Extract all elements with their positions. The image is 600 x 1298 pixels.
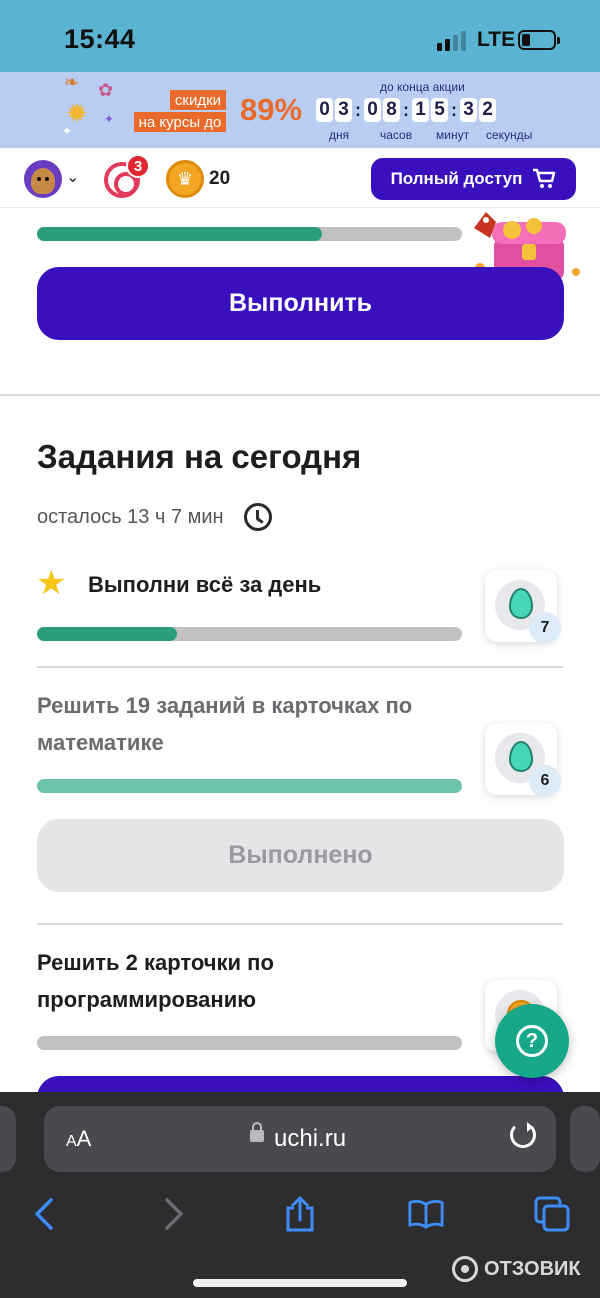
- leaf-icon: ✿: [98, 80, 114, 100]
- main-content: Выполнить Задания на сегодня осталось 13…: [0, 208, 600, 1092]
- reload-icon[interactable]: [510, 1122, 536, 1148]
- task-progress-bar: [37, 779, 462, 793]
- previous-tab[interactable]: [0, 1106, 16, 1172]
- help-button[interactable]: ?: [495, 1004, 569, 1078]
- promo-label-discount: скидки: [170, 90, 226, 110]
- countdown-title: до конца акции: [380, 80, 465, 94]
- task-divider: [37, 923, 563, 925]
- full-access-label: Полный доступ: [390, 169, 523, 188]
- reward-count: 7: [529, 612, 561, 644]
- avatar[interactable]: [24, 160, 62, 198]
- url-text: uchi.ru: [274, 1125, 347, 1152]
- countdown-digit: 0: [316, 98, 333, 122]
- target-badge: 3: [126, 154, 150, 178]
- bookmarks-icon[interactable]: [408, 1196, 444, 1232]
- task-progress-bar: [37, 1036, 462, 1050]
- countdown-digit: 3: [335, 98, 352, 122]
- otzovik-watermark: ОТЗОВИК: [452, 1256, 581, 1282]
- next-tab[interactable]: [570, 1106, 600, 1172]
- forward-icon[interactable]: [156, 1196, 192, 1232]
- complete-button[interactable]: Выполнить: [37, 267, 564, 340]
- task-title-line: Решить 19 заданий в карточках по: [37, 693, 413, 718]
- reward-card: 6: [485, 723, 561, 797]
- promo-label-courses: на курсы до: [134, 112, 226, 132]
- tabs-icon[interactable]: [534, 1196, 570, 1232]
- leaf-icon: ❧: [64, 72, 80, 92]
- chevron-down-icon[interactable]: ⌄: [66, 167, 79, 187]
- status-time: 15:44: [64, 24, 136, 54]
- coin-count: 20: [209, 168, 231, 189]
- full-access-button[interactable]: Полный доступ: [371, 158, 576, 200]
- task-title-line: математике: [37, 730, 164, 755]
- countdown-unit-days: дня: [329, 128, 350, 142]
- countdown-digit: 0: [364, 98, 381, 122]
- egg-icon: [509, 741, 533, 772]
- section-title: Задания на сегодня: [37, 438, 362, 475]
- divider: [0, 394, 600, 396]
- task-title-line: программированию: [37, 987, 257, 1012]
- task-divider: [37, 666, 563, 668]
- countdown-digit: 5: [431, 98, 448, 122]
- otzovik-logo-icon: [452, 1256, 478, 1282]
- signal-icon: [437, 29, 466, 51]
- clock-icon: [244, 503, 272, 531]
- text-size-button[interactable]: AA: [66, 1126, 91, 1152]
- sparkle-icon: ✦: [104, 112, 115, 126]
- countdown-digit: 8: [383, 98, 400, 122]
- promo-percent: 89%: [240, 92, 303, 127]
- countdown-digit: 3: [460, 98, 477, 122]
- time-remaining: осталось 13 ч 7 мин: [37, 506, 224, 528]
- complete-button[interactable]: [37, 1076, 564, 1092]
- countdown-unit-hours: часов: [380, 128, 413, 142]
- help-icon: ?: [516, 1025, 548, 1057]
- task-title: Выполни всё за день: [88, 572, 322, 597]
- coin-icon[interactable]: ♛: [166, 160, 204, 198]
- countdown-unit-seconds: секунды: [486, 128, 533, 142]
- back-icon[interactable]: [26, 1196, 62, 1232]
- status-bar: 15:44 LTE: [0, 0, 600, 72]
- sparkle-icon: ✦: [62, 124, 73, 138]
- reward-card: 7: [485, 570, 561, 644]
- reward-count: 6: [529, 765, 561, 797]
- promo-banner[interactable]: ❧ ✿ ✹ ✦ ✦ скидки на курсы до 89% до конц…: [0, 72, 600, 148]
- egg-icon: [509, 588, 533, 619]
- countdown-timer: 0 3 : 0 8 : 1 5 : 3 2: [316, 98, 498, 122]
- completed-button[interactable]: Выполнено: [37, 819, 564, 892]
- share-icon[interactable]: [282, 1196, 318, 1232]
- top-progress-bar: [37, 227, 462, 241]
- cart-icon: [533, 168, 556, 188]
- countdown-unit-minutes: минут: [436, 128, 470, 142]
- countdown-digit: 2: [479, 98, 496, 122]
- task-progress-bar: [37, 627, 462, 641]
- countdown-digit: 1: [412, 98, 429, 122]
- app-header: ⌄ 3 ♛ 20 Полный доступ: [0, 148, 600, 208]
- network-label: LTE: [477, 28, 516, 51]
- task-title-line: Решить 2 карточки по: [37, 950, 274, 975]
- address-bar[interactable]: AA uchi.ru: [44, 1106, 556, 1172]
- star-icon: ★: [36, 564, 67, 602]
- battery-icon: [518, 30, 560, 50]
- lock-icon: [250, 1122, 264, 1142]
- home-indicator: [193, 1279, 407, 1287]
